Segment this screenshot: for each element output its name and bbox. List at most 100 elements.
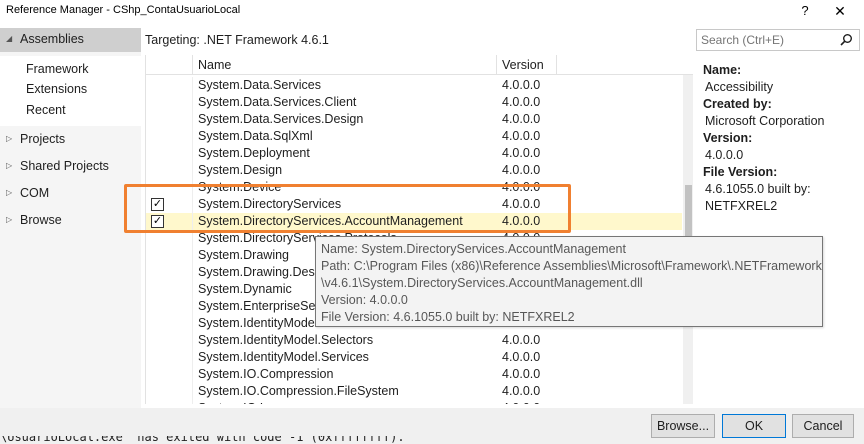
assembly-version: 4.0.0.0 — [502, 401, 540, 404]
table-row[interactable]: System.Deployment 4.0.0.0 — [146, 145, 682, 162]
sidebar-subitem-framework[interactable]: Framework — [26, 62, 89, 76]
assembly-version: 4.0.0.0 — [502, 129, 541, 143]
sidebar-item-shared-projects[interactable]: ▷ Shared Projects — [0, 155, 141, 179]
row-gridline — [192, 94, 193, 111]
detail-version-label: Version: — [703, 131, 753, 145]
assembly-name: System.IdentityModel.Services — [198, 350, 369, 364]
browse-button[interactable]: Browse... — [651, 414, 715, 438]
help-button[interactable]: ? — [794, 0, 816, 22]
sidebar-subitem-recent[interactable]: Recent — [26, 103, 66, 117]
detail-created-value: Microsoft Corporation — [705, 114, 825, 128]
row-gridline — [192, 298, 193, 315]
collapsed-arrow-icon: ▷ — [6, 134, 13, 143]
sidebar-item-browse[interactable]: ▷ Browse — [0, 209, 141, 233]
assembly-version: 4.0.0.0 — [502, 350, 541, 364]
assembly-tooltip: Name: System.DirectoryServices.AccountMa… — [315, 236, 823, 327]
output-console-strip: \UsuarioLocal.exe' has exited with code … — [0, 436, 480, 444]
detail-file-version-value: 4.6.1055.0 built by: — [705, 182, 811, 196]
column-divider[interactable] — [192, 55, 193, 75]
sidebar-item-label: Assemblies — [20, 32, 84, 46]
search-icon[interactable] — [839, 33, 853, 47]
sidebar-item-label: Browse — [20, 213, 62, 227]
assembly-name: System.Deployment — [198, 146, 310, 160]
assembly-name: System.IdentityModel — [198, 316, 318, 330]
table-row[interactable]: System.Data.Services.Client 4.0.0.0 — [146, 94, 682, 111]
expanded-arrow-icon: ◢ — [6, 34, 13, 43]
row-gridline — [192, 247, 193, 264]
search-box[interactable] — [696, 29, 860, 51]
ok-button[interactable]: OK — [722, 414, 786, 438]
collapsed-arrow-icon: ▷ — [6, 215, 13, 224]
sidebar-item-com[interactable]: ▷ COM — [0, 182, 141, 206]
assemblies-subitems: Framework Extensions Recent — [0, 56, 141, 126]
highlight-box — [124, 184, 571, 233]
table-row[interactable]: System.Data.Services.Design 4.0.0.0 — [146, 111, 682, 128]
row-gridline — [192, 400, 193, 404]
assembly-version: 4.0.0.0 — [502, 95, 541, 109]
sidebar-item-label: Shared Projects — [20, 159, 109, 173]
targeting-label: Targeting: .NET Framework 4.6.1 — [145, 33, 329, 47]
table-row[interactable]: System.Data.SqlXml 4.0.0.0 — [146, 128, 682, 145]
sidebar-item-label: Projects — [20, 132, 66, 146]
table-row[interactable]: System.IdentityModel.Selectors 4.0.0.0 — [146, 332, 682, 349]
assembly-name: System.Dynamic — [198, 282, 292, 296]
column-divider[interactable] — [496, 55, 497, 75]
assembly-version: 4.0.0.0 — [502, 384, 541, 398]
row-gridline — [192, 281, 193, 298]
row-gridline — [192, 315, 193, 332]
sidebar-subitem-extensions[interactable]: Extensions — [26, 82, 87, 96]
detail-version-value: 4.0.0.0 — [705, 148, 744, 162]
assembly-name: System.Design — [198, 163, 283, 177]
assembly-version: 4.0.0.0 — [502, 112, 541, 126]
row-gridline — [192, 111, 193, 128]
detail-created-label: Created by: — [703, 97, 772, 111]
row-gridline — [192, 145, 193, 162]
close-button[interactable]: ✕ — [826, 0, 854, 22]
tooltip-name: Name: System.DirectoryServices.AccountMa… — [321, 242, 626, 256]
table-row[interactable]: System.IO.Compression 4.0.0.0 — [146, 366, 682, 383]
tooltip-version: Version: 4.0.0.0 — [321, 293, 408, 307]
name-column-header[interactable]: Name — [198, 58, 231, 72]
column-divider[interactable] — [556, 55, 557, 75]
row-gridline — [192, 128, 193, 145]
title-bar: Reference Manager - CShp_ContaUsuarioLoc… — [0, 0, 864, 22]
assembly-name: System.Data.Services.Client — [198, 95, 357, 109]
detail-name-value: Accessibility — [705, 80, 774, 94]
assembly-name: System.IO.Log — [198, 401, 281, 404]
collapsed-arrow-icon: ▷ — [6, 188, 13, 197]
assembly-name: System.IdentityModel.Selectors — [198, 333, 374, 347]
row-gridline — [192, 162, 193, 179]
tooltip-path: Path: C:\Program Files (x86)\Reference A… — [321, 259, 822, 273]
window-title: Reference Manager - CShp_ContaUsuarioLoc… — [6, 4, 241, 16]
table-row[interactable]: System.IdentityModel.Services 4.0.0.0 — [146, 349, 682, 366]
row-gridline — [192, 332, 193, 349]
version-column-header[interactable]: Version — [502, 58, 544, 72]
category-sidebar: ◢ Assemblies Framework Extensions Recent… — [0, 28, 141, 408]
table-row[interactable]: System.Data.Services 4.0.0.0 — [146, 77, 682, 94]
sidebar-item-label: COM — [20, 186, 50, 200]
sidebar-item-assemblies[interactable]: ◢ Assemblies — [0, 28, 141, 52]
detail-file-version-value-cont: NETFXREL2 — [705, 199, 778, 213]
row-gridline — [192, 366, 193, 383]
details-panel: Name: Accessibility Created by: Microsof… — [697, 55, 861, 404]
assembly-name: System.IO.Compression — [198, 367, 334, 381]
assembly-name: System.Drawing — [198, 248, 289, 262]
row-gridline — [192, 383, 193, 400]
row-gridline — [192, 77, 193, 94]
search-input[interactable] — [701, 32, 833, 48]
row-gridline — [192, 264, 193, 281]
assembly-version: 4.0.0.0 — [502, 163, 541, 177]
dialog-footer: \UsuarioLocal.exe' has exited with code … — [0, 408, 864, 444]
assembly-name: System.Data.Services.Design — [198, 112, 364, 126]
table-row[interactable]: System.IO.Log 4.0.0.0 — [146, 400, 682, 404]
assembly-name: System.Data.Services — [198, 78, 321, 92]
tooltip-path-cont: \v4.6.1\System.DirectoryServices.Account… — [321, 276, 643, 290]
assembly-version: 4.0.0.0 — [502, 333, 541, 347]
sidebar-item-projects[interactable]: ▷ Projects — [0, 128, 141, 152]
tooltip-file-version: File Version: 4.6.1055.0 built by: NETFX… — [321, 310, 575, 324]
row-gridline — [192, 349, 193, 366]
table-row[interactable]: System.Design 4.0.0.0 — [146, 162, 682, 179]
console-text: \UsuarioLocal.exe' has exited with code … — [0, 436, 405, 444]
cancel-button[interactable]: Cancel — [792, 414, 854, 438]
table-row[interactable]: System.IO.Compression.FileSystem 4.0.0.0 — [146, 383, 682, 400]
